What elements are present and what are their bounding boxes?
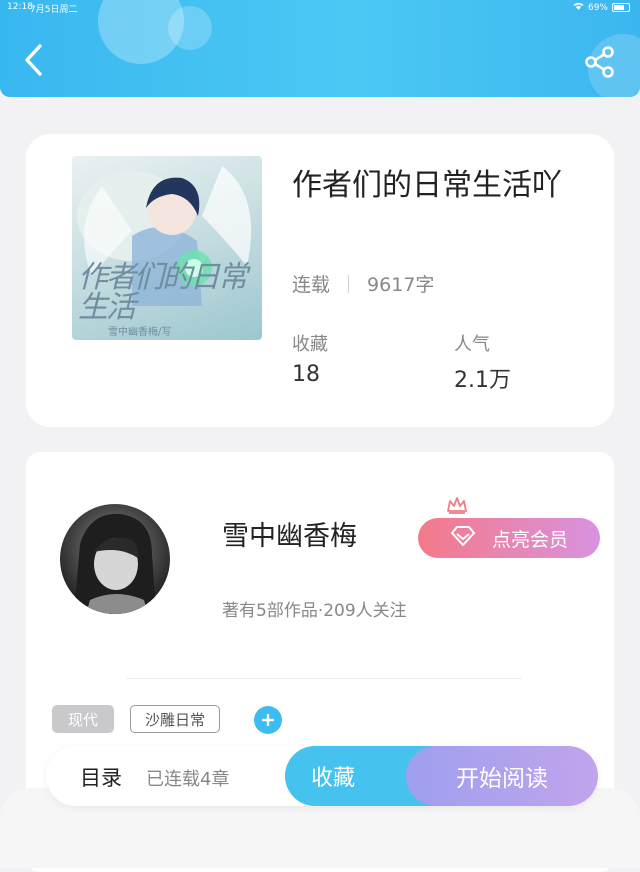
vip-label: 点亮会员 — [491, 528, 568, 551]
book-info-card: 作者们的日常生活 雪中幽香梅/写 作者们的日常生活吖 连载 9617字 收藏 1… — [26, 134, 614, 427]
tag-modern[interactable]: 现代 — [52, 705, 114, 733]
back-button[interactable] — [20, 40, 50, 80]
top-header: 12:18 7月5日周二 69% — [0, 0, 640, 97]
meta-divider — [348, 274, 350, 293]
chapter-count: 已连载4章 — [146, 769, 230, 790]
start-reading-button[interactable]: 开始阅读 — [406, 746, 598, 806]
share-button[interactable] — [582, 44, 618, 80]
favorites-value: 18 — [292, 362, 320, 387]
author-summary: 著有5部作品·209人关注 — [222, 601, 407, 621]
cover-text: 作者们的日常生活 雪中幽香梅/写 — [78, 260, 262, 339]
book-title: 作者们的日常生活吖 — [292, 168, 562, 203]
read-label: 开始阅读 — [456, 766, 548, 792]
add-tag-button[interactable] — [254, 706, 282, 734]
favorites-label: 收藏 — [292, 334, 328, 355]
word-count: 9617字 — [367, 274, 435, 296]
table-of-contents-button[interactable]: 目录 — [80, 762, 122, 792]
cover-title: 作者们的日常生活 — [78, 260, 248, 325]
book-meta: 连载 9617字 — [292, 270, 434, 297]
activate-vip-button[interactable]: 点亮会员 — [418, 518, 600, 558]
share-icon — [585, 46, 614, 78]
back-arrow-icon — [25, 44, 42, 76]
tag-daily[interactable]: 沙雕日常 — [130, 705, 220, 733]
popularity-label: 人气 — [454, 334, 490, 355]
book-cover[interactable]: 作者们的日常生活 雪中幽香梅/写 — [72, 156, 262, 340]
battery-icon — [612, 3, 630, 12]
cover-author: 雪中幽香梅/写 — [108, 327, 172, 338]
battery-percent: 69% — [587, 2, 608, 13]
serial-status: 连载 — [292, 274, 331, 296]
status-date: 7月5日周二 — [30, 5, 78, 15]
author-name: 雪中幽香梅 — [222, 521, 357, 552]
status-bar: 12:18 7月5日周二 69% — [0, 1, 640, 15]
crown-icon — [446, 496, 468, 518]
popularity-value: 2.1万 — [454, 368, 511, 393]
diamond-icon — [450, 525, 476, 551]
section-divider — [126, 678, 522, 679]
author-avatar[interactable] — [60, 504, 170, 614]
collect-label: 收藏 — [311, 766, 356, 791]
status-right: 69% — [573, 2, 630, 13]
avatar-image — [74, 513, 156, 614]
wifi-icon — [573, 2, 584, 13]
plus-icon — [261, 708, 275, 732]
